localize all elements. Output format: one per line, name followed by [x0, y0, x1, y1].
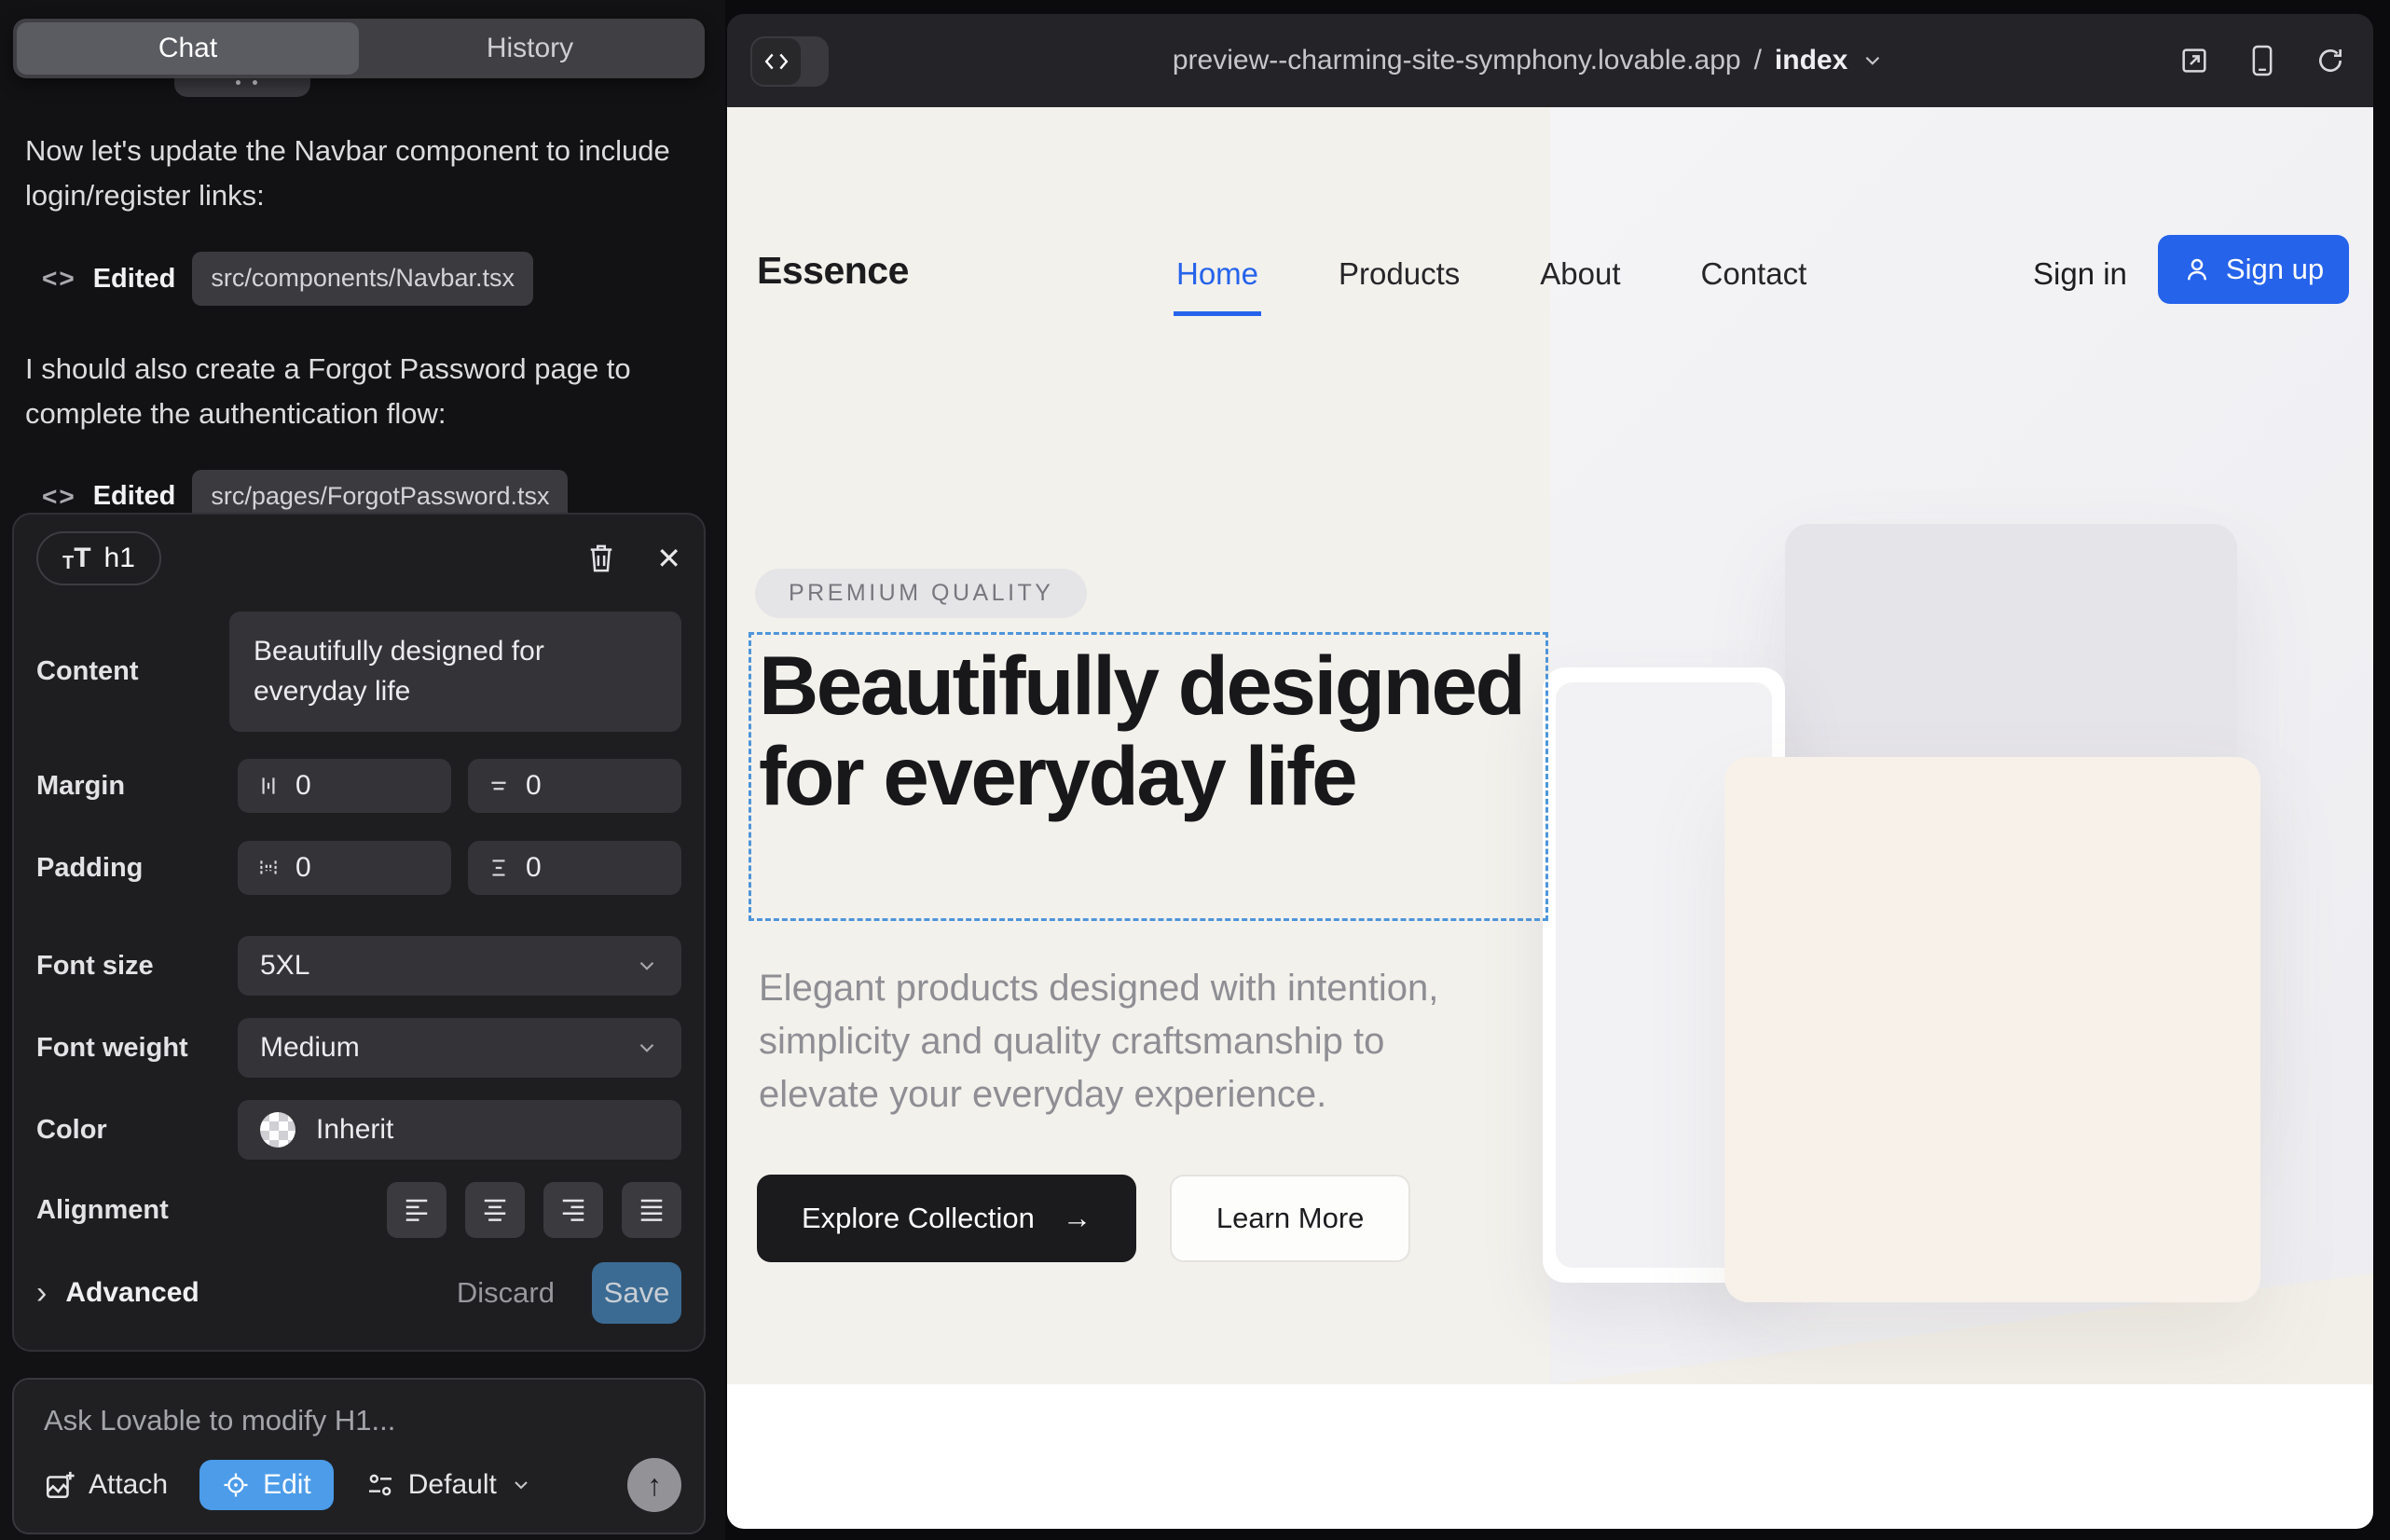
attach-image-icon: [44, 1469, 76, 1501]
nav-link-about[interactable]: About: [1540, 256, 1620, 292]
open-in-new-tab-icon[interactable]: [2179, 46, 2209, 76]
site-page: Essence Home Products About Contact Sign…: [727, 107, 2373, 1384]
mobile-view-icon[interactable]: [2250, 45, 2274, 76]
code-icon: <>: [42, 258, 76, 298]
dot: [253, 80, 257, 85]
margin-y-icon: [487, 774, 511, 798]
site-navbar: Essence Home Products About Contact Sign…: [727, 107, 2373, 350]
code-icon: <>: [42, 476, 76, 516]
tab-chat[interactable]: Chat: [17, 22, 359, 75]
decorative-card-peach: [1724, 757, 2260, 1302]
padding-x-input[interactable]: 0: [238, 841, 451, 895]
align-justify-button[interactable]: [622, 1182, 681, 1238]
discard-button[interactable]: Discard: [457, 1276, 555, 1310]
alignment-label: Alignment: [36, 1195, 238, 1226]
color-swatch: [260, 1112, 295, 1148]
font-size-select[interactable]: 5XL: [238, 936, 681, 996]
file-chip[interactable]: src/components/Navbar.tsx: [192, 252, 533, 306]
dot: [236, 80, 240, 85]
code-preview-toggle[interactable]: [750, 36, 829, 87]
chevron-down-icon: [635, 1036, 659, 1060]
site-logo[interactable]: Essence: [757, 249, 909, 293]
align-left-button[interactable]: [387, 1182, 446, 1238]
target-icon: [222, 1471, 250, 1499]
font-weight-label: Font weight: [36, 1033, 238, 1064]
sign-up-button[interactable]: Sign up: [2158, 235, 2349, 304]
chat-message: I should also create a Forgot Password p…: [25, 347, 700, 436]
arrow-right-icon: →: [1063, 1202, 1092, 1235]
lovable-sidebar: Chat History Now let's update the Navbar…: [0, 0, 725, 1540]
padding-y-icon: [487, 856, 511, 880]
element-editor-panel: TT h1 ✕ Content Beautifully designed for…: [12, 513, 706, 1352]
attach-button[interactable]: Attach: [44, 1469, 168, 1501]
edited-file-row[interactable]: <> Edited src/components/Navbar.tsx: [42, 252, 700, 306]
text-size-icon: TT: [62, 544, 91, 572]
send-button[interactable]: ↑: [627, 1458, 681, 1512]
prompt-bar: Attach Edit Default ↑: [12, 1378, 706, 1534]
color-label: Color: [36, 1115, 238, 1146]
font-weight-select[interactable]: Medium: [238, 1018, 681, 1078]
font-size-label: Font size: [36, 951, 238, 982]
settings-sliders-icon: [365, 1470, 395, 1500]
save-button[interactable]: Save: [592, 1262, 681, 1324]
code-icon: [752, 38, 801, 85]
explore-collection-button[interactable]: Explore Collection →: [757, 1175, 1136, 1262]
hero-paragraph: Elegant products designed with intention…: [759, 962, 1504, 1121]
edit-mode-button[interactable]: Edit: [199, 1460, 334, 1510]
url-separator: /: [1754, 45, 1762, 76]
user-icon: [2183, 255, 2211, 283]
chevron-down-icon: [635, 954, 659, 978]
browser-chrome: preview--charming-site-symphony.lovable.…: [727, 14, 2373, 107]
color-select[interactable]: Inherit: [238, 1100, 681, 1160]
prompt-input[interactable]: [44, 1404, 659, 1437]
url-bar[interactable]: preview--charming-site-symphony.lovable.…: [1173, 14, 1885, 107]
hero-heading[interactable]: Beautifully designed for everyday life: [759, 640, 1542, 820]
chat-message: Now let's update the Navbar component to…: [25, 129, 700, 218]
url-page: index: [1775, 45, 1847, 76]
margin-y-input[interactable]: 0: [468, 759, 681, 813]
edited-label: Edited: [93, 258, 176, 300]
chat-history-tabbar: Chat History: [13, 19, 705, 78]
content-input[interactable]: Beautifully designed for everyday life: [229, 612, 681, 732]
margin-x-input[interactable]: 0: [238, 759, 451, 813]
preview-browser-window: preview--charming-site-symphony.lovable.…: [727, 14, 2373, 1529]
align-right-button[interactable]: [543, 1182, 603, 1238]
align-center-button[interactable]: [465, 1182, 525, 1238]
trash-icon[interactable]: [587, 543, 615, 574]
margin-x-icon: [256, 774, 281, 798]
refresh-icon[interactable]: [2315, 46, 2345, 76]
chevron-down-icon: [1861, 48, 1885, 73]
chevron-down-icon: [510, 1474, 532, 1496]
nav-link-contact[interactable]: Contact: [1701, 256, 1807, 292]
sign-in-link[interactable]: Sign in: [2033, 256, 2127, 292]
tab-history[interactable]: History: [359, 22, 701, 75]
padding-x-icon: [256, 856, 281, 880]
element-tag: h1: [104, 543, 135, 574]
premium-quality-badge: PREMIUM QUALITY: [755, 569, 1087, 618]
nav-link-home[interactable]: Home: [1176, 256, 1258, 292]
close-icon[interactable]: ✕: [656, 541, 681, 576]
page-lower-section: [727, 1384, 2373, 1529]
chevron-right-icon: ›: [36, 1275, 47, 1312]
margin-label: Margin: [36, 771, 238, 802]
default-mode-select[interactable]: Default: [365, 1469, 532, 1501]
padding-y-input[interactable]: 0: [468, 841, 681, 895]
chat-messages: Now let's update the Navbar component to…: [25, 129, 700, 565]
element-tag-badge[interactable]: TT h1: [36, 531, 161, 585]
content-label: Content: [36, 656, 229, 687]
edited-label: Edited: [93, 475, 176, 517]
nav-link-products[interactable]: Products: [1339, 256, 1460, 292]
learn-more-button[interactable]: Learn More: [1170, 1175, 1411, 1262]
advanced-toggle[interactable]: › Advanced: [36, 1275, 199, 1312]
editor-header: TT h1 ✕: [36, 528, 681, 589]
padding-label: Padding: [36, 853, 238, 884]
url-domain: preview--charming-site-symphony.lovable.…: [1173, 45, 1741, 76]
